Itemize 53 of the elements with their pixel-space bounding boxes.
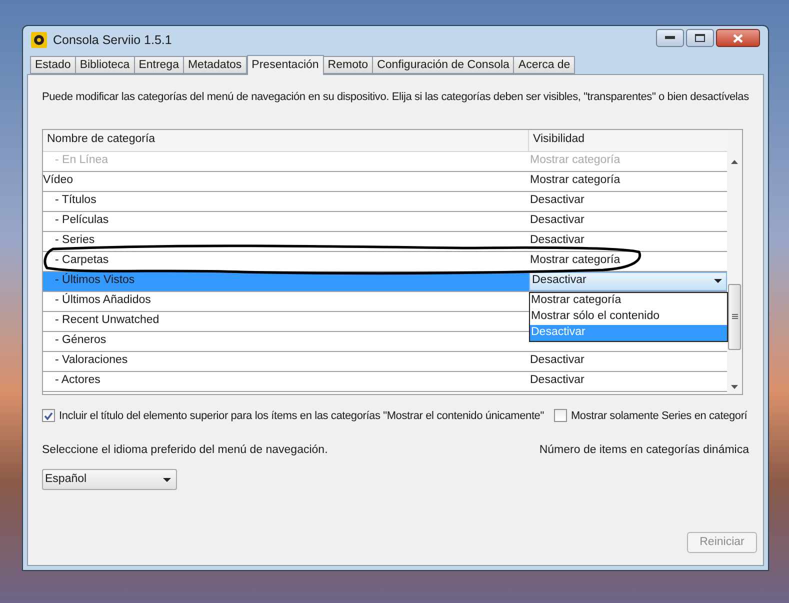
window-title: Consola Serviio 1.5.1 [53, 32, 172, 49]
column-header[interactable]: Visibilidad [529, 130, 727, 150]
tab[interactable]: Biblioteca [74, 56, 135, 74]
category-cell[interactable]: - Títulos [43, 192, 529, 210]
minimize-icon [665, 36, 675, 40]
visibility-cell[interactable]: Desactivar [529, 372, 584, 390]
language-label: Seleccione el idioma preferido del menú de navegación. [42, 443, 328, 458]
dropdown-arrow-icon [163, 478, 171, 482]
category-cell[interactable]: - Series [43, 232, 529, 250]
visibility-cell[interactable]: Desactivar [529, 212, 584, 230]
category-cell[interactable]: - Géneros [43, 332, 529, 350]
category-cell[interactable]: - Recent Unwatched [43, 312, 529, 330]
tab[interactable]: Metadatos [182, 56, 247, 74]
grip-icon [732, 314, 738, 319]
intro-text: Puede modificar las categorías del menú de navegación en su dispositivo. Elija si las categorías deben ser visibles, "transparentes" o bien desactívelas [42, 90, 749, 105]
category-cell[interactable]: - Actores [43, 372, 529, 390]
tab[interactable]: Entrega [134, 56, 184, 74]
tab[interactable]: Estado [30, 56, 76, 74]
tab[interactable]: Acerca de [513, 56, 576, 74]
tab[interactable]: Presentación [246, 55, 324, 75]
visibility-cell[interactable]: Mostrar categoría [529, 252, 620, 270]
close-button[interactable] [716, 29, 760, 47]
visibility-cell[interactable]: Mostrar categoría [529, 172, 620, 190]
column-header[interactable]: Nombre de categoría [43, 130, 529, 150]
visibility-cell[interactable]: Desactivar [529, 192, 584, 210]
category-cell[interactable]: - Valoraciones [43, 352, 529, 370]
dropdown-arrow-icon [714, 279, 722, 283]
category-cell[interactable]: - Carpetas [43, 252, 529, 270]
tab[interactable]: Remoto [322, 56, 374, 74]
visibility-cell[interactable]: Desactivar [529, 352, 584, 370]
checkbox[interactable] [42, 409, 55, 422]
checkbox[interactable] [554, 409, 567, 422]
scroll-down-icon[interactable] [731, 384, 738, 388]
dropdown-option[interactable]: Mostrar sólo el contenido [530, 308, 727, 324]
category-cell[interactable]: - Películas [43, 212, 529, 230]
close-icon [733, 34, 743, 42]
dropdown-option[interactable]: Mostrar categoría [530, 292, 727, 308]
scrollbar[interactable] [727, 130, 742, 394]
checkbox-label: Incluir el título del elemento superior para los ítems en las categorías "Mostrar el contenido únicamente" [59, 408, 544, 424]
category-cell[interactable]: - Últimos Añadidos [43, 292, 529, 310]
language-select[interactable]: Español [42, 469, 177, 490]
minimize-button[interactable] [656, 29, 684, 47]
maximize-button[interactable] [686, 29, 714, 47]
maximize-icon [695, 34, 705, 42]
tab[interactable]: Configuración de Consola [372, 56, 514, 74]
dynamic-items-label: Número de items en categorías dinámica [539, 443, 749, 458]
category-cell[interactable]: Vídeo [43, 172, 529, 190]
checkbox-label: Mostrar solamente Series en categorí [570, 408, 748, 424]
app-logo-icon [31, 32, 47, 48]
visibility-select[interactable]: Desactivar [529, 272, 727, 290]
scroll-thumb[interactable] [728, 284, 741, 350]
scroll-up-icon[interactable] [731, 160, 738, 164]
visibility-cell[interactable]: Desactivar [529, 232, 584, 250]
